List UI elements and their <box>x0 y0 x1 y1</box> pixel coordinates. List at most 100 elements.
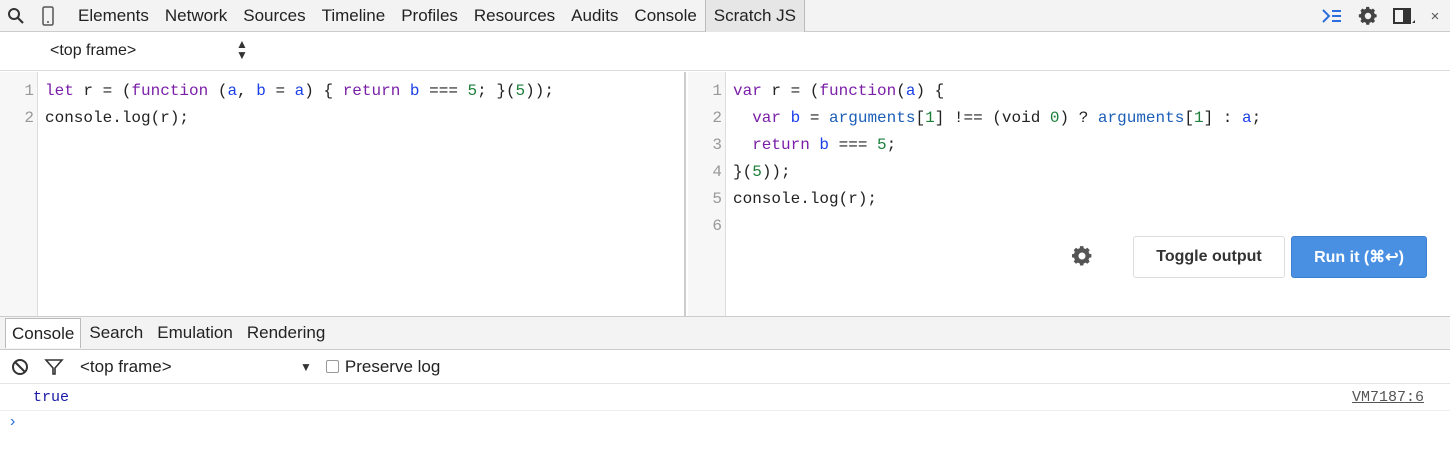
code-token: console.log(r); <box>733 190 878 208</box>
code-token: ] : <box>1203 109 1242 127</box>
code-token: b <box>790 109 801 127</box>
code-token: ] !== (void <box>934 109 1050 127</box>
code-token: 1 <box>925 109 935 127</box>
dropdown-arrow-icon[interactable]: ▼ <box>300 360 312 374</box>
console-message-text: true <box>33 389 70 406</box>
code-token: let <box>45 82 74 100</box>
code-token: r = ( <box>73 82 132 100</box>
console-message: true VM7187:6 <box>0 385 1450 411</box>
code-line[interactable]: 5 console.log(r); <box>688 186 1261 213</box>
tab-profiles[interactable]: Profiles <box>393 0 466 32</box>
code-token: ; }( <box>477 82 516 100</box>
drawer-tab-console[interactable]: Console <box>5 318 82 348</box>
output-editor[interactable]: 1 var r = (function(a) {2 var b = argumen… <box>688 72 1450 316</box>
code-token: }( <box>733 163 753 181</box>
source-editor[interactable]: 1 let r = (function (a, b = a) { return b… <box>0 72 686 316</box>
code-text: return b === 5; <box>726 132 896 159</box>
tab-console[interactable]: Console <box>626 0 704 32</box>
code-token: a <box>294 82 305 100</box>
tab-timeline[interactable]: Timeline <box>314 0 394 32</box>
code-token: return <box>752 136 810 154</box>
select-arrows-icon[interactable]: ▲ ▼ <box>236 38 248 61</box>
code-token: function <box>131 82 209 100</box>
gear-icon[interactable] <box>1068 242 1096 270</box>
code-token: ; <box>886 136 897 154</box>
code-text: console.log(r); <box>726 186 877 213</box>
devtools-toolbar: Elements Network Sources Timeline Profil… <box>0 0 1450 32</box>
code-token: )); <box>525 82 554 100</box>
tab-sources[interactable]: Sources <box>235 0 313 32</box>
code-token: [ <box>1184 109 1194 127</box>
code-token: console.log(r); <box>45 109 190 127</box>
preserve-log-label: Preserve log <box>344 356 441 376</box>
code-token: arguments <box>829 109 916 127</box>
drawer-tab-search[interactable]: Search <box>83 318 149 348</box>
tab-audits[interactable]: Audits <box>563 0 626 32</box>
code-token: , <box>237 82 257 100</box>
code-token: 5 <box>467 82 478 100</box>
tab-scratch-js[interactable]: Scratch JS <box>704 0 805 32</box>
code-token: a <box>227 82 238 100</box>
filter-icon[interactable] <box>40 353 68 381</box>
code-line[interactable]: 4 }(5)); <box>688 159 1261 186</box>
code-text: var r = (function(a) { <box>726 78 944 105</box>
code-text: let r = (function (a, b = a) { return b … <box>38 78 554 105</box>
line-number: 4 <box>712 163 722 181</box>
code-token: = <box>800 109 830 127</box>
dock-side-icon[interactable] <box>1390 2 1418 30</box>
line-number: 2 <box>24 109 34 127</box>
code-line[interactable]: 2 var b = arguments[1] !== (void 0) ? ar… <box>688 105 1261 132</box>
close-icon[interactable]: × <box>1426 8 1444 25</box>
toolbar-right-controls: × <box>1318 0 1444 32</box>
clear-console-icon[interactable] <box>6 353 34 381</box>
toggle-output-button[interactable]: Toggle output <box>1133 236 1285 278</box>
line-number: 5 <box>712 190 722 208</box>
console-frame-selector[interactable]: <top frame> <box>80 357 290 377</box>
drawer-tab-emulation[interactable]: Emulation <box>151 318 239 348</box>
code-token: )); <box>761 163 791 181</box>
code-token: ; <box>1251 109 1262 127</box>
code-token: arguments <box>1097 109 1185 127</box>
code-token: ( <box>896 82 906 100</box>
code-token: 5 <box>877 136 887 154</box>
code-token: ) ? <box>1059 109 1098 127</box>
line-number: 1 <box>712 82 722 100</box>
code-line[interactable]: 2 console.log(r); <box>0 105 554 132</box>
show-drawer-icon[interactable] <box>1318 2 1346 30</box>
code-token: var <box>752 109 782 127</box>
gear-icon[interactable] <box>1354 2 1382 30</box>
drawer-tab-rendering[interactable]: Rendering <box>241 318 331 348</box>
code-line[interactable]: 3 return b === 5; <box>688 132 1261 159</box>
search-icon[interactable] <box>0 0 32 32</box>
code-lines: 1 let r = (function (a, b = a) { return b… <box>0 78 554 132</box>
code-token: === <box>419 82 468 100</box>
code-token: a <box>1241 109 1252 127</box>
frame-selector[interactable]: <top frame> <box>50 42 136 60</box>
code-text: console.log(r); <box>38 105 189 132</box>
frame-selector-row: <top frame> ▲ ▼ <box>0 33 1450 71</box>
code-text: var b = arguments[1] !== (void 0) ? argu… <box>726 105 1261 132</box>
code-token: b <box>256 82 266 100</box>
console-message-source-link[interactable]: VM7187:6 <box>1352 389 1424 406</box>
code-line[interactable]: 1 var r = (function(a) { <box>688 78 1261 105</box>
line-number: 1 <box>24 82 34 100</box>
tab-resources[interactable]: Resources <box>466 0 563 32</box>
tab-elements[interactable]: Elements <box>70 0 157 32</box>
console-prompt[interactable]: › <box>10 413 15 431</box>
code-line[interactable]: 1 let r = (function (a, b = a) { return b… <box>0 78 554 105</box>
code-token: ) { <box>304 82 343 100</box>
device-mode-icon[interactable] <box>32 0 64 32</box>
code-token: a <box>905 82 916 100</box>
code-token: 5 <box>752 163 762 181</box>
code-token: return <box>342 82 401 100</box>
tab-network[interactable]: Network <box>157 0 235 32</box>
code-token: 0 <box>1049 109 1060 127</box>
run-button[interactable]: Run it (⌘↩) <box>1291 236 1427 278</box>
preserve-log-checkbox[interactable] <box>325 360 339 373</box>
line-number: 2 <box>712 109 722 127</box>
